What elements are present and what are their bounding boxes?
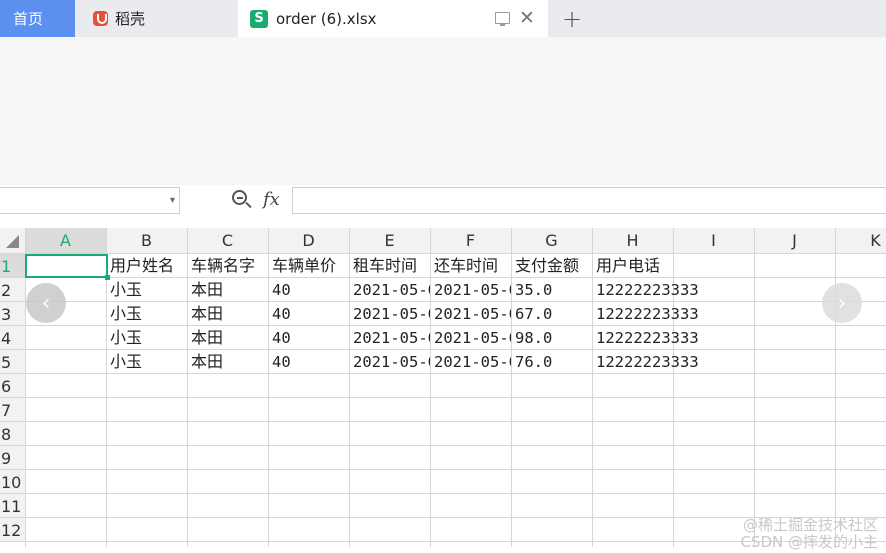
column-header-c[interactable]: C <box>187 228 268 253</box>
grid-line-horizontal <box>0 397 886 398</box>
cell-f5[interactable]: 2021-05-0 <box>430 350 511 374</box>
cell-d4[interactable]: 40 <box>268 326 349 350</box>
row-header-4[interactable]: 4 <box>0 326 25 350</box>
new-tab-button[interactable]: + <box>560 0 584 37</box>
cell-b3[interactable]: 小玉 <box>106 302 187 326</box>
column-header-d[interactable]: D <box>268 228 349 253</box>
tab-home-label: 首页 <box>13 10 44 28</box>
cell-b5[interactable]: 小玉 <box>106 350 187 374</box>
watermark-csdn: CSDN @摔发的小主 <box>740 533 878 551</box>
column-header-h[interactable]: H <box>592 228 673 253</box>
cell-c1[interactable]: 车辆名字 <box>187 254 268 278</box>
plus-icon: + <box>561 4 583 33</box>
spreadsheet-grid[interactable]: A B C D E F G H I J K 1 2 3 4 5 6 7 8 9 10 11 12 用户姓名 车辆名字 车辆单价 租车… <box>0 228 886 547</box>
tab-daoke[interactable]: 稻壳 <box>80 0 235 37</box>
column-header-f[interactable]: F <box>430 228 511 253</box>
selected-cell-a1[interactable] <box>25 254 110 280</box>
cell-c2[interactable]: 本田 <box>187 278 268 302</box>
row-header-8[interactable]: 8 <box>0 422 25 446</box>
tab-home[interactable]: 首页 <box>0 0 75 37</box>
row-header-1[interactable]: 1 <box>0 254 25 278</box>
column-header-i[interactable]: I <box>673 228 754 253</box>
cell-h4[interactable]: 12222223333 <box>592 326 754 350</box>
tab-daoke-label: 稻壳 <box>115 10 146 28</box>
cell-c4[interactable]: 本田 <box>187 326 268 350</box>
cell-d2[interactable]: 40 <box>268 278 349 302</box>
cell-d1[interactable]: 车辆单价 <box>268 254 349 278</box>
ribbon-area <box>0 37 886 185</box>
row-header-12[interactable]: 12 <box>0 518 25 542</box>
cell-g3[interactable]: 67.0 <box>511 302 592 326</box>
cell-h1[interactable]: 用户电话 <box>592 254 754 278</box>
zoom-out-icon[interactable] <box>232 190 247 205</box>
prev-page-button[interactable]: ‹ <box>26 283 66 323</box>
grid-line-vertical <box>754 228 755 547</box>
grid-line-horizontal <box>0 469 886 470</box>
function-icon[interactable]: fx <box>263 189 280 210</box>
cell-e1[interactable]: 租车时间 <box>349 254 430 278</box>
cell-e4[interactable]: 2021-05-0 <box>349 326 430 350</box>
monitor-icon[interactable] <box>495 12 510 26</box>
cell-g1[interactable]: 支付金额 <box>511 254 592 278</box>
cell-c3[interactable]: 本田 <box>187 302 268 326</box>
cell-b1[interactable]: 用户姓名 <box>106 254 187 278</box>
cell-e2[interactable]: 2021-05-0 <box>349 278 430 302</box>
row-header-9[interactable]: 9 <box>0 446 25 470</box>
spreadsheet-icon: S <box>250 9 268 28</box>
row-header-6[interactable]: 6 <box>0 374 25 398</box>
chevron-right-icon: › <box>837 290 847 316</box>
grid-line-vertical <box>835 228 836 547</box>
cell-b2[interactable]: 小玉 <box>106 278 187 302</box>
next-page-button[interactable]: › <box>822 283 862 323</box>
tab-bar: 首页 稻壳 S order (6).xlsx ✕ + <box>0 0 886 37</box>
cell-g5[interactable]: 76.0 <box>511 350 592 374</box>
row-header-5[interactable]: 5 <box>0 350 25 374</box>
cell-f4[interactable]: 2021-05-0 <box>430 326 511 350</box>
cell-d5[interactable]: 40 <box>268 350 349 374</box>
cell-f2[interactable]: 2021-05-0 <box>430 278 511 302</box>
row-header-11[interactable]: 11 <box>0 494 25 518</box>
cell-h2[interactable]: 12222223333 <box>592 278 754 302</box>
cell-g2[interactable]: 35.0 <box>511 278 592 302</box>
cell-h5[interactable]: 12222223333 <box>592 350 754 374</box>
row-header-7[interactable]: 7 <box>0 398 25 422</box>
cell-f3[interactable]: 2021-05-0 <box>430 302 511 326</box>
row-header-10[interactable]: 10 <box>0 470 25 494</box>
column-header-j[interactable]: J <box>754 228 835 253</box>
cell-e3[interactable]: 2021-05-0 <box>349 302 430 326</box>
cell-d3[interactable]: 40 <box>268 302 349 326</box>
grid-line-horizontal <box>0 445 886 446</box>
chevron-left-icon: ‹ <box>41 290 51 316</box>
close-icon[interactable]: ✕ <box>519 7 535 29</box>
column-header-e[interactable]: E <box>349 228 430 253</box>
tab-file[interactable]: S order (6).xlsx ✕ <box>238 0 548 37</box>
cell-b4[interactable]: 小玉 <box>106 326 187 350</box>
column-header-k[interactable]: K <box>835 228 886 253</box>
column-header-a[interactable]: A <box>25 228 106 253</box>
column-header-b[interactable]: B <box>106 228 187 253</box>
cell-f1[interactable]: 还车时间 <box>430 254 511 278</box>
tab-file-label: order (6).xlsx <box>276 9 377 28</box>
row-header-3[interactable]: 3 <box>0 302 25 326</box>
formula-input[interactable] <box>292 187 886 214</box>
name-box[interactable]: ▾ <box>0 187 180 214</box>
grid-line-horizontal <box>0 493 886 494</box>
daoke-logo-icon <box>93 11 108 26</box>
chevron-down-icon[interactable]: ▾ <box>170 195 175 206</box>
cell-h3[interactable]: 12222223333 <box>592 302 754 326</box>
cell-c5[interactable]: 本田 <box>187 350 268 374</box>
cell-g4[interactable]: 98.0 <box>511 326 592 350</box>
grid-line-horizontal <box>0 421 886 422</box>
select-all-corner[interactable] <box>0 228 25 253</box>
row-header-2[interactable]: 2 <box>0 278 25 302</box>
column-header-g[interactable]: G <box>511 228 592 253</box>
cell-e5[interactable]: 2021-05-0 <box>349 350 430 374</box>
formula-bar: ▾ fx <box>0 185 886 217</box>
